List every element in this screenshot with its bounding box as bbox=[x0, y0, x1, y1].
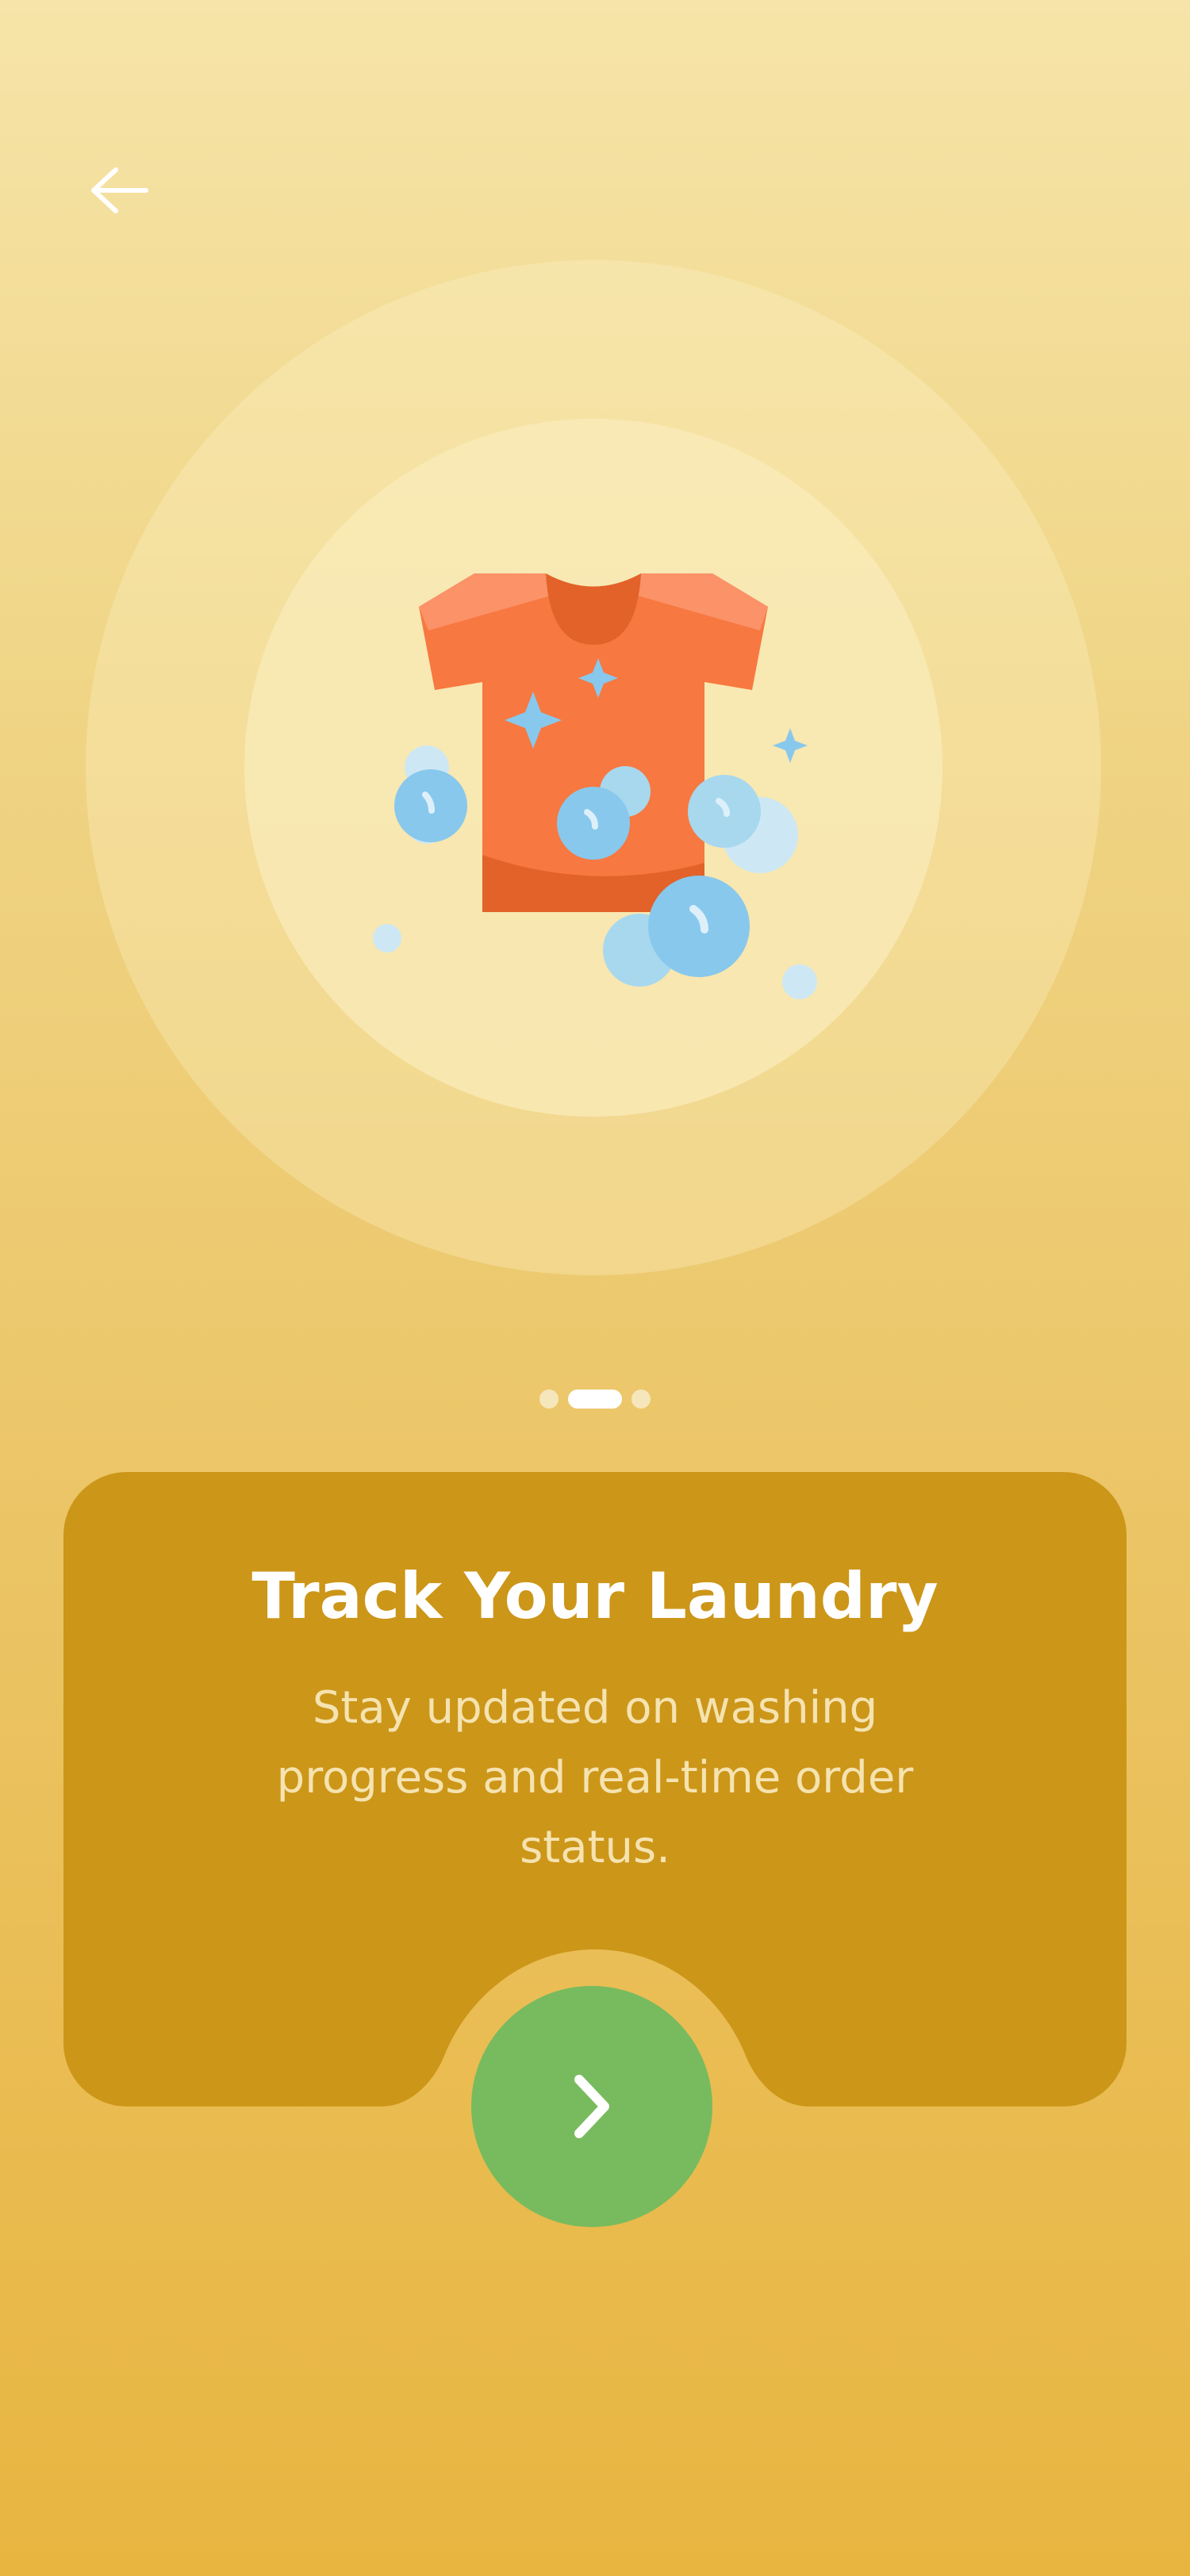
description-line: progress and real-time order bbox=[276, 1752, 914, 1804]
clean-tshirt-illustration bbox=[373, 573, 817, 999]
arrow-left-icon bbox=[91, 167, 148, 213]
page-dot[interactable] bbox=[539, 1390, 559, 1409]
chevron-right-icon bbox=[574, 2075, 609, 2138]
onboarding-title: Track Your Laundry bbox=[251, 1559, 939, 1633]
page-indicator bbox=[0, 1390, 1190, 1409]
page-dot[interactable] bbox=[631, 1390, 651, 1409]
back-button[interactable] bbox=[79, 159, 159, 222]
description-line: Stay updated on washing bbox=[312, 1682, 878, 1734]
onboarding-description: Stay updated on washing progress and real… bbox=[246, 1673, 944, 1883]
page-dot-active[interactable] bbox=[568, 1390, 622, 1409]
next-button[interactable] bbox=[471, 1986, 712, 2227]
description-line: status. bbox=[520, 1822, 670, 1873]
hero-illustration bbox=[86, 260, 1101, 1275]
